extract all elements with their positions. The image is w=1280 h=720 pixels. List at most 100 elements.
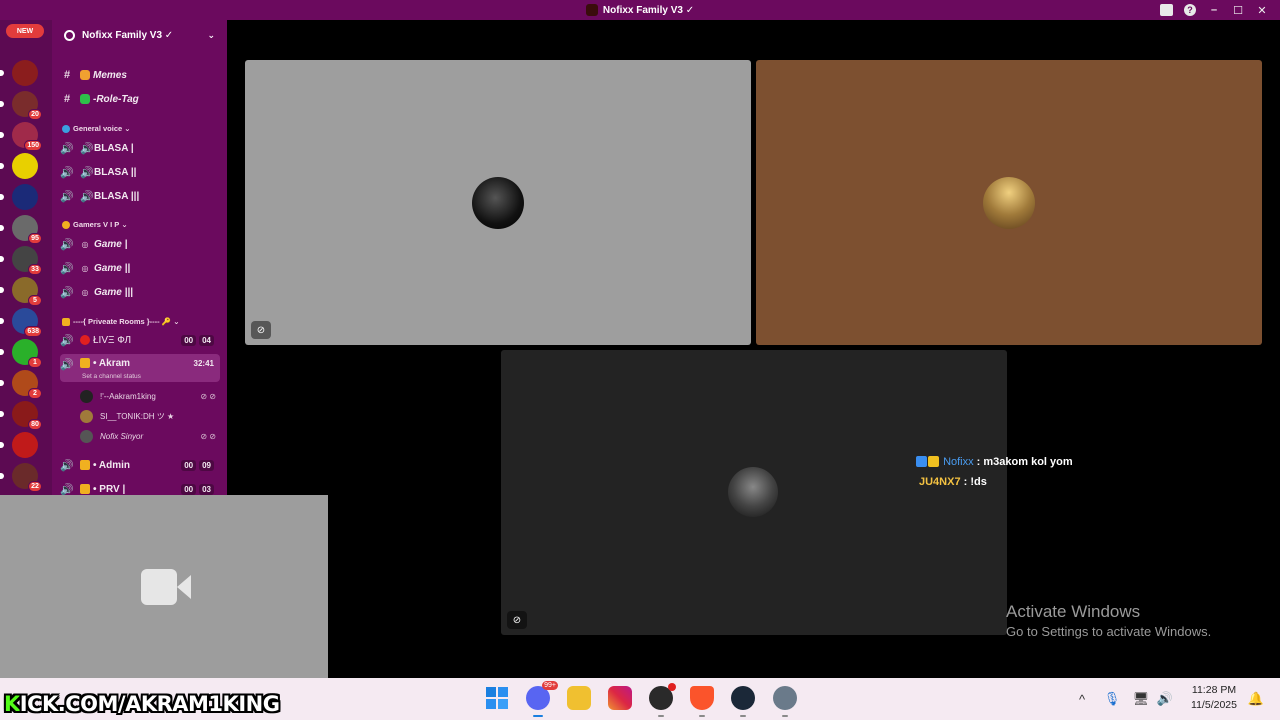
speaker-icon: 🔊 <box>60 238 74 251</box>
server-icon[interactable]: 150 <box>0 122 42 151</box>
member-name: Nofix Sinyor <box>100 431 144 441</box>
video-tile-user-1[interactable]: ⊘ <box>245 60 751 345</box>
volume-icon[interactable]: 🔊 <box>1154 678 1176 720</box>
category-gamers-vip[interactable]: Gamers V I P ⌄ <box>62 220 128 229</box>
server-icon[interactable]: 1 <box>0 339 42 368</box>
category-private-rooms[interactable]: ----{ Priveate Rooms }---- 🔑 ⌄ <box>62 317 179 326</box>
user-count: 00 09 <box>181 459 214 471</box>
server-icon[interactable]: 95 <box>0 215 42 244</box>
speaker-icon: 🔊 <box>60 142 74 155</box>
server-icon[interactable]: 22 <box>0 463 42 492</box>
obs-button[interactable] <box>649 683 676 717</box>
avatar <box>80 429 93 443</box>
chat-username: Nofixx <box>943 456 974 468</box>
unread-pill <box>0 70 4 76</box>
hash-icon: # <box>63 69 71 81</box>
voice-channel-blasa-3[interactable]: 🔊 🔊 BLASA ||| <box>60 185 220 207</box>
activate-windows-watermark: Activate Windows Go to Settings to activ… <box>1006 602 1211 639</box>
server-icon[interactable]: 5 <box>0 277 42 306</box>
channel-panel: Nofixx Family V3 ✓ ⌄ # Memes # -Role-Tag… <box>52 20 227 495</box>
unread-pill <box>0 256 4 262</box>
voice-member[interactable]: !'--Aakram1king ⊘ ⊘ <box>80 387 220 405</box>
instagram-button[interactable] <box>608 686 632 710</box>
help-button[interactable]: ? <box>1178 0 1202 20</box>
brave-browser-button[interactable] <box>690 686 714 717</box>
network-icon[interactable]: 🖥 <box>1131 678 1151 720</box>
gamepad-icon: ◎ <box>81 263 89 273</box>
start-button[interactable] <box>485 686 509 710</box>
server-icon[interactable] <box>0 432 38 458</box>
speaker-icon: 🔊 <box>60 359 74 371</box>
speaker-icon: 🔊 <box>80 190 94 203</box>
voice-channel-game-3[interactable]: 🔊 ◎ Game ||| <box>60 281 220 303</box>
unread-pill <box>0 411 4 417</box>
voice-channel-live[interactable]: 🔊 ŁIVΞ ФЛ 00 04 <box>60 329 220 351</box>
server-icon[interactable]: 638 <box>0 308 42 337</box>
unread-pill <box>0 194 4 200</box>
server-icon[interactable] <box>0 184 38 210</box>
inbox-button[interactable] <box>1154 0 1178 20</box>
speaker-icon: 🔊 <box>60 190 74 203</box>
server-icon[interactable]: 2 <box>0 370 42 399</box>
server-icon[interactable]: 80 <box>0 401 42 430</box>
settings-button[interactable] <box>773 686 797 717</box>
notification-badge: 99+ <box>542 681 558 690</box>
server-icon[interactable] <box>0 153 38 179</box>
voice-channel-game-2[interactable]: 🔊 ◎ Game || <box>60 257 220 279</box>
channel-label: • PRV | <box>93 483 126 495</box>
maximize-button[interactable]: ☐ <box>1226 0 1250 20</box>
voice-member[interactable]: Nofix Sinyor ⊘ ⊘ <box>80 427 220 445</box>
running-indicator <box>782 715 788 717</box>
avatar <box>80 389 93 403</box>
mention-badge: 638 <box>24 326 42 337</box>
server-name: Nofixx Family V3 ✓ <box>82 29 174 41</box>
avatar <box>472 177 524 229</box>
tray-overflow-button[interactable]: ^ <box>1072 678 1092 720</box>
microphone-icon[interactable]: 🎙 <box>1102 678 1122 720</box>
steam-button[interactable] <box>731 686 755 717</box>
video-tile-user-2[interactable] <box>756 60 1262 345</box>
emoji-icon <box>80 70 90 80</box>
video-camera-lens-icon <box>177 575 191 599</box>
server-icon[interactable]: 20 <box>0 91 42 120</box>
channel-role-tag[interactable]: # -Role-Tag <box>60 88 220 110</box>
taskbar-clock[interactable]: 11:28 PM 11/5/2025 <box>1178 683 1250 713</box>
category-label: General voice <box>73 124 123 133</box>
minimize-button[interactable]: – <box>1202 0 1226 20</box>
windows-icon <box>486 687 508 709</box>
channel-memes[interactable]: # Memes <box>60 64 220 86</box>
help-icon: ? <box>1184 4 1196 16</box>
voice-channel-blasa-2[interactable]: 🔊 🔊 BLASA || <box>60 161 220 183</box>
discord-taskbar-button[interactable]: 99+ <box>526 681 558 717</box>
running-indicator <box>699 715 705 717</box>
count-current: 00 <box>181 459 197 471</box>
channel-label: BLASA || <box>94 166 137 178</box>
channel-label: Memes <box>93 69 127 81</box>
kick-url-text: KICK.COM/AKRAM1KING <box>4 692 280 716</box>
channel-label: Game ||| <box>94 286 133 298</box>
voice-member[interactable]: SI__TONIK:DH ツ ★ <box>80 407 220 425</box>
server-icon[interactable]: 33 <box>0 246 42 275</box>
unread-pill <box>0 442 4 448</box>
unread-pill <box>0 318 4 324</box>
voice-channel-admin[interactable]: 🔊 • Admin 00 09 <box>60 454 220 476</box>
speaker-icon: 🔊 <box>60 262 74 275</box>
chat-text: : !ds <box>960 476 987 488</box>
user-count: 00 04 <box>181 334 214 346</box>
voice-channel-blasa-1[interactable]: 🔊 🔊 BLASA | <box>60 137 220 159</box>
server-icon[interactable] <box>0 60 38 86</box>
channel-status[interactable]: Set a channel status <box>82 373 141 380</box>
close-button[interactable]: ✕ <box>1250 0 1274 20</box>
video-tile-user-3[interactable]: ⊘ <box>501 350 1007 635</box>
file-explorer-button[interactable] <box>567 686 591 710</box>
server-header[interactable]: Nofixx Family V3 ✓ ⌄ <box>52 20 227 50</box>
video-camera-icon <box>141 569 177 605</box>
voice-channel-game-1[interactable]: 🔊 ◎ Game | <box>60 233 220 255</box>
user-count: 00 03 <box>181 483 214 495</box>
voice-channel-prv[interactable]: 🔊 • PRV | 00 03 <box>60 478 220 495</box>
new-badge: NEW <box>6 24 44 38</box>
unread-pill <box>0 380 4 386</box>
category-general-voice[interactable]: General voice ⌄ <box>62 124 131 133</box>
live-dot-icon <box>80 335 90 345</box>
gamepad-icon: ◎ <box>81 287 89 297</box>
